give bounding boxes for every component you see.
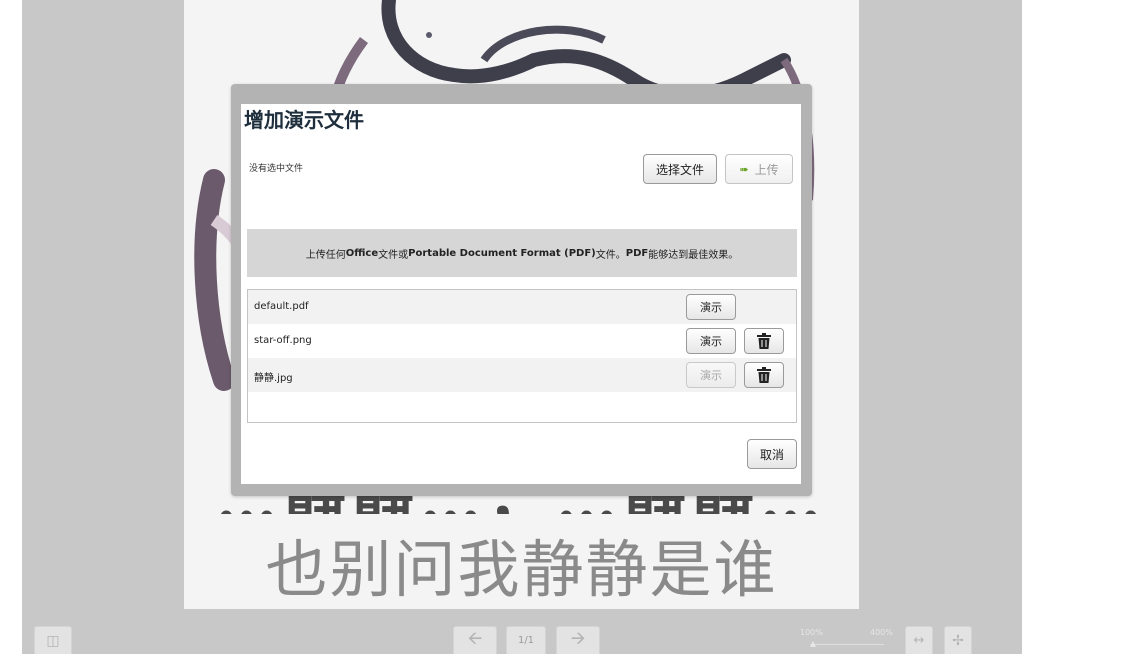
fit-width-button[interactable]: ↔ bbox=[905, 626, 933, 654]
upload-presentation-dialog: 增加演示文件 没有选中文件 选择文件 ➠ 上传 上传任何 Office 文件或 Por… bbox=[231, 84, 812, 496]
file-row: star-off.png 演示 bbox=[248, 324, 796, 358]
info-office: Office bbox=[345, 247, 379, 259]
file-name: 静静.jpg bbox=[254, 373, 293, 384]
zoom-min-label: 100% bbox=[800, 628, 823, 637]
next-slide-button[interactable]: 🡪 bbox=[556, 626, 600, 654]
file-row: 静静.jpg 演示 bbox=[248, 358, 796, 392]
arrow-right-icon: ➠ bbox=[739, 162, 749, 176]
zoom-max-label: 400% bbox=[870, 628, 893, 637]
dialog-title: 增加演示文件 bbox=[244, 108, 364, 132]
slide-caption-line2: 也别问我静静是谁 bbox=[265, 533, 778, 606]
page-indicator[interactable]: 1/1 bbox=[506, 626, 546, 654]
trash-icon bbox=[757, 333, 771, 349]
file-upload-icon: ◫ bbox=[46, 632, 60, 649]
file-list: default.pdf 演示 star-off.png 演示 静静.jpg 演示 bbox=[247, 289, 797, 423]
info-pdf: PDF bbox=[625, 247, 649, 259]
fit-page-button[interactable]: ✢ bbox=[944, 626, 972, 654]
present-button[interactable]: 演示 bbox=[686, 362, 736, 388]
delete-button[interactable] bbox=[744, 328, 784, 354]
zoom-slider-thumb[interactable] bbox=[810, 641, 816, 647]
arrow-right-icon: 🡪 bbox=[570, 627, 586, 649]
upload-info-box: 上传任何 Office 文件或 Portable Document Format (P… bbox=[247, 229, 797, 277]
trash-icon bbox=[757, 367, 771, 383]
no-file-selected-text: 没有选中文件 bbox=[249, 164, 304, 174]
zoom-slider[interactable] bbox=[810, 644, 884, 645]
info-suffix1: 文件。 bbox=[595, 249, 626, 261]
file-name: star-off.png bbox=[254, 335, 312, 346]
upload-button[interactable]: ➠ 上传 bbox=[725, 154, 793, 184]
file-name: default.pdf bbox=[254, 301, 309, 312]
present-button[interactable]: 演示 bbox=[686, 328, 736, 354]
dialog-body: 增加演示文件 没有选中文件 选择文件 ➠ 上传 上传任何 Office 文件或 Por… bbox=[241, 104, 801, 484]
choose-file-button[interactable]: 选择文件 bbox=[643, 154, 717, 184]
info-middle: 文件或 bbox=[378, 249, 409, 261]
delete-button[interactable] bbox=[744, 362, 784, 388]
info-prefix: 上传任何 bbox=[305, 249, 346, 261]
upload-presentation-button[interactable]: ◫ bbox=[34, 626, 72, 654]
arrow-left-icon: 🡨 bbox=[467, 627, 483, 649]
present-button[interactable]: 演示 bbox=[686, 294, 736, 320]
cancel-button[interactable]: 取消 bbox=[747, 439, 797, 469]
upload-label: 上传 bbox=[754, 162, 779, 177]
info-suffix2: 能够达到最佳效果。 bbox=[648, 249, 739, 261]
arrows-horizontal-icon: ↔ bbox=[913, 633, 925, 648]
info-pdf-name: Portable Document Format (PDF) bbox=[408, 247, 596, 259]
move-arrows-icon: ✢ bbox=[952, 632, 964, 649]
file-row: default.pdf 演示 bbox=[248, 290, 796, 324]
previous-slide-button[interactable]: 🡨 bbox=[453, 626, 497, 654]
